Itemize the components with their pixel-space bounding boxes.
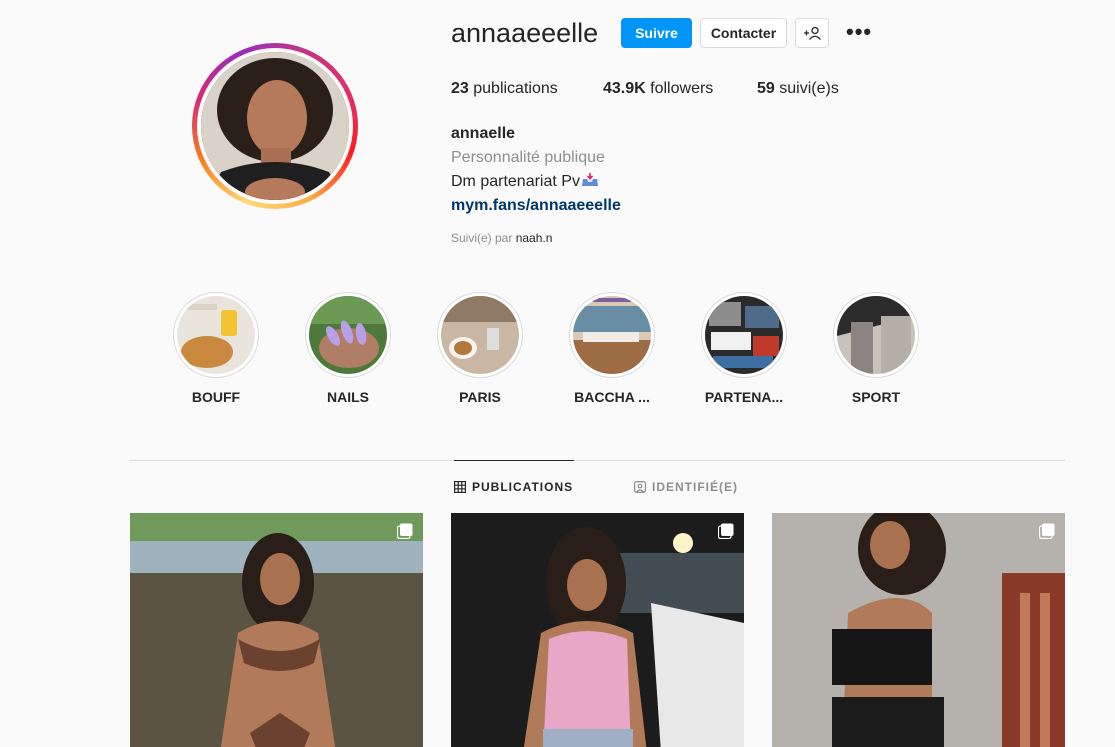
carousel-icon <box>718 523 734 539</box>
tab-publications-label: PUBLICATIONS <box>472 480 574 494</box>
profile-bio: Dm partenariat Pv <box>451 173 599 191</box>
carousel-icon <box>397 523 413 539</box>
highlight-cover <box>437 292 523 378</box>
post-thumbnail[interactable] <box>772 513 1065 747</box>
followed-by-user-link[interactable]: naah.n <box>516 231 553 245</box>
highlight-label: PARIS <box>459 389 501 405</box>
highlight-sport[interactable]: SPORT <box>831 292 921 405</box>
inbox-tray-icon <box>581 173 598 186</box>
more-options-icon[interactable]: ••• <box>846 21 872 43</box>
followed-by-prefix: Suivi(e) par <box>451 231 513 245</box>
highlight-label: PARTENA... <box>704 389 784 405</box>
highlight-cover <box>305 292 391 378</box>
grid-icon <box>454 481 466 493</box>
follow-button[interactable]: Suivre <box>621 18 692 48</box>
tab-publications[interactable]: PUBLICATIONS <box>454 480 573 494</box>
posts-count-value: 23 <box>451 80 469 97</box>
highlight-label: NAILS <box>327 389 369 405</box>
suggested-accounts-button[interactable] <box>795 18 829 48</box>
highlight-label: BACCHA ... <box>574 389 650 405</box>
profile-page: annaaeeelle Suivre Contacter ••• 23 publ… <box>0 0 1115 747</box>
followed-by-text: Suivi(e) par naah.n <box>451 231 552 245</box>
post-thumbnail[interactable] <box>130 513 423 747</box>
post-thumbnail[interactable] <box>451 513 744 747</box>
posts-count: 23 publications <box>451 80 558 98</box>
profile-avatar[interactable] <box>192 43 358 209</box>
tab-tagged[interactable]: IDENTIFIÉ(E) <box>634 480 738 494</box>
add-user-icon <box>804 26 821 40</box>
tab-tagged-label: IDENTIFIÉ(E) <box>652 480 738 494</box>
highlight-cover <box>569 292 655 378</box>
highlight-paris[interactable]: PARIS <box>435 292 525 405</box>
active-tab-indicator <box>454 460 574 461</box>
highlight-cover <box>173 292 259 378</box>
tagged-icon <box>634 481 646 493</box>
avatar-image <box>201 52 349 200</box>
highlight-bouff[interactable]: BOUFF <box>171 292 261 405</box>
following-count-label: suivi(e)s <box>779 80 839 97</box>
profile-full-name: annaelle <box>451 125 516 142</box>
highlight-baccha[interactable]: BACCHA ... <box>567 292 657 405</box>
followers-count[interactable]: 43.9K followers <box>603 80 713 98</box>
highlight-nails[interactable]: NAILS <box>303 292 393 405</box>
following-count[interactable]: 59 suivi(e)s <box>757 80 839 98</box>
tabs-divider <box>130 460 1065 461</box>
carousel-icon <box>1039 523 1055 539</box>
followers-count-value: 43.9K <box>603 80 646 97</box>
posts-count-label: publications <box>473 80 558 97</box>
highlight-cover <box>833 292 919 378</box>
highlight-label: BOUFF <box>191 389 241 405</box>
following-count-value: 59 <box>757 80 775 97</box>
highlight-partena[interactable]: PARTENA... <box>699 292 789 405</box>
highlight-label: SPORT <box>851 389 901 405</box>
profile-bio-text: Dm partenariat Pv <box>451 173 580 190</box>
profile-username: annaaeeelle <box>451 18 599 48</box>
followers-count-label: followers <box>650 80 714 97</box>
profile-category: Personnalité publique <box>451 149 605 166</box>
highlight-cover <box>701 292 787 378</box>
contact-button[interactable]: Contacter <box>700 18 787 48</box>
profile-website-link[interactable]: mym.fans/annaaeeelle <box>451 197 621 215</box>
